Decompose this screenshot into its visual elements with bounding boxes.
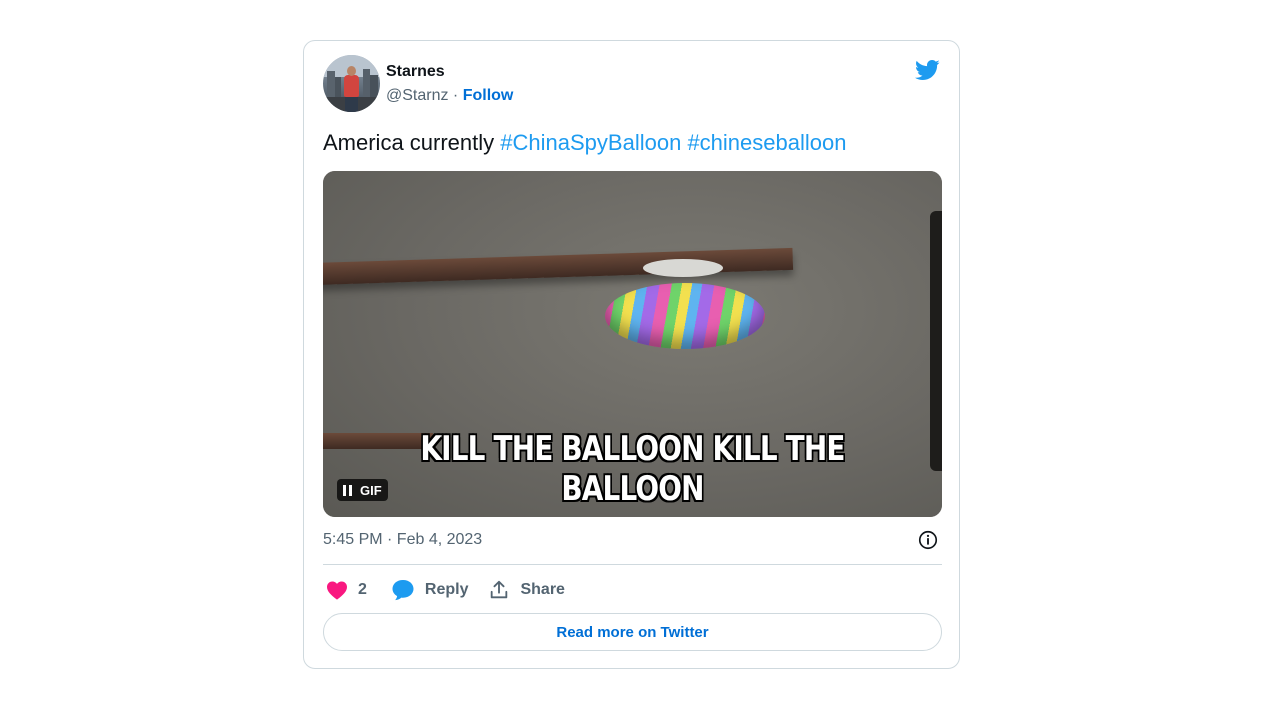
author-handle[interactable]: @Starnz bbox=[386, 87, 448, 104]
share-button[interactable]: Share bbox=[488, 579, 565, 601]
tweet-timestamp[interactable]: 5:45 PM · Feb 4, 2023 bbox=[323, 531, 482, 549]
like-count: 2 bbox=[358, 581, 367, 598]
like-button[interactable]: 2 bbox=[326, 580, 367, 600]
author-handle-line: @Starnz · Follow bbox=[386, 87, 513, 105]
handle-separator: · bbox=[448, 87, 463, 104]
gif-badge: GIF bbox=[337, 479, 388, 501]
tweet-gif-media[interactable]: KILL THE BALLOON KILL THE BALLOON GIF bbox=[323, 171, 942, 517]
tweet-card: Starnes @Starnz · Follow America current… bbox=[303, 40, 960, 669]
gif-caption: KILL THE BALLOON KILL THE BALLOON bbox=[420, 429, 845, 509]
reply-button[interactable]: Reply bbox=[391, 579, 469, 601]
gif-badge-label: GIF bbox=[360, 482, 382, 498]
divider bbox=[323, 564, 942, 565]
hashtag-link[interactable]: #chineseballoon bbox=[687, 130, 846, 155]
twitter-bird-icon[interactable] bbox=[912, 57, 942, 83]
heart-icon bbox=[327, 581, 347, 600]
share-label: Share bbox=[520, 581, 565, 598]
reply-label: Reply bbox=[424, 581, 469, 598]
speech-bubble-icon bbox=[392, 580, 414, 601]
info-icon[interactable] bbox=[917, 529, 939, 551]
pause-icon[interactable] bbox=[343, 484, 352, 496]
tweet-text-plain: America currently bbox=[323, 130, 501, 155]
hashtag-link[interactable]: #ChinaSpyBalloon bbox=[500, 130, 681, 155]
tweet-text: America currently #ChinaSpyBalloon #chin… bbox=[323, 130, 846, 156]
follow-link[interactable]: Follow bbox=[463, 87, 514, 104]
balloon-image bbox=[605, 283, 765, 349]
tweet-actions: 2 Reply Share bbox=[326, 577, 585, 603]
avatar[interactable] bbox=[323, 55, 380, 112]
read-more-on-twitter-button[interactable]: Read more on Twitter bbox=[323, 613, 942, 651]
share-upload-icon bbox=[491, 580, 508, 599]
author-name[interactable]: Starnes bbox=[386, 63, 445, 81]
